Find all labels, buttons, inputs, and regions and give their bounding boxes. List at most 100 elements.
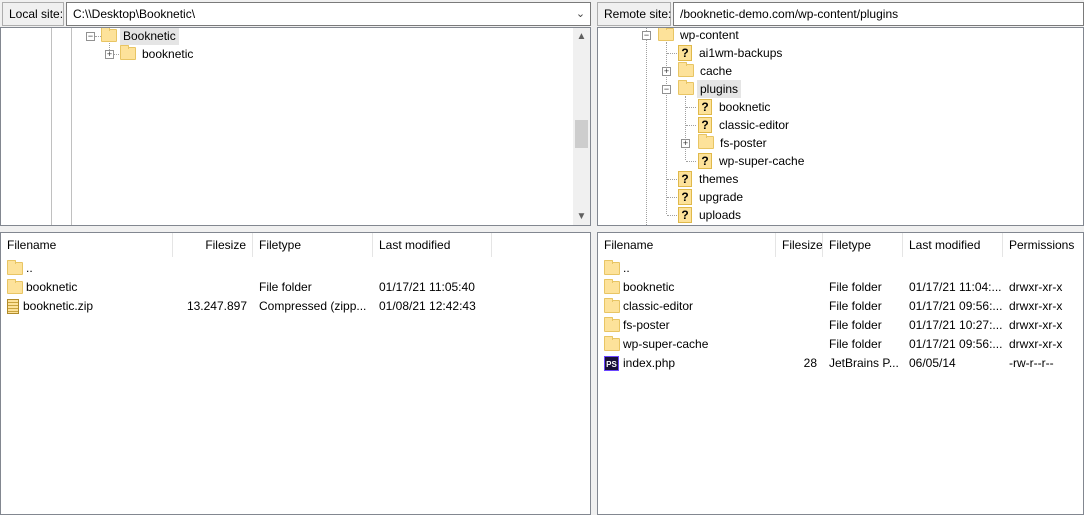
zip-file-icon — [7, 299, 19, 314]
file-type: File folder — [829, 280, 882, 294]
scrollbar-thumb[interactable] — [575, 120, 588, 148]
remote-directory-tree[interactable]: − wp-content ? ai1wm-backups + cache − pl… — [597, 27, 1084, 226]
folder-icon — [698, 134, 714, 149]
file-name: booknetic — [26, 280, 78, 294]
tree-item-booknetic-root[interactable]: Booknetic — [101, 28, 179, 45]
tree-item-ai1wm-backups[interactable]: ? ai1wm-backups — [678, 44, 785, 62]
file-type: File folder — [259, 280, 312, 294]
local-directory-tree[interactable]: − Booknetic + booknetic ▲ ▼ — [0, 27, 591, 226]
tree-item-uploads[interactable]: ? uploads — [678, 206, 744, 224]
tree-item-wp-content[interactable]: wp-content — [658, 28, 742, 44]
tree-connector — [667, 197, 677, 198]
file-name-cell: wp-super-cache — [598, 335, 776, 354]
column-filesize[interactable]: Filesize — [173, 233, 253, 257]
column-filetype[interactable]: Filetype — [253, 233, 373, 257]
tree-item-plugins[interactable]: plugins — [678, 80, 742, 98]
file-type: File folder — [829, 318, 882, 332]
scroll-up-icon[interactable]: ▲ — [573, 28, 590, 45]
file-permissions: drwxr-xr-x — [1009, 280, 1063, 294]
file-row-fs-poster[interactable]: fs-poster File folder 01/17/21 10:27:...… — [598, 316, 1083, 335]
collapse-toggle-icon[interactable]: − — [642, 31, 651, 40]
local-path-input[interactable]: C:\\Desktop\Booknetic\ ⌄ — [66, 2, 591, 26]
file-name-cell: booknetic — [1, 278, 173, 297]
tree-item-classic-editor[interactable]: ? classic-editor — [698, 116, 792, 134]
local-file-list[interactable]: ⌃ Filename Filesize Filetype Last modifi… — [0, 232, 591, 515]
chevron-down-icon[interactable]: ⌄ — [572, 4, 589, 24]
file-modified: 01/17/21 11:04:... — [909, 280, 1002, 294]
folder-icon — [604, 298, 620, 313]
file-row-classic-editor[interactable]: classic-editor File folder 01/17/21 09:5… — [598, 297, 1083, 316]
column-filename[interactable]: Filename — [598, 233, 776, 257]
file-type: JetBrains P... — [829, 356, 899, 370]
file-permissions: -rw-r--r-- — [1009, 356, 1054, 370]
column-last-modified[interactable]: Last modified — [373, 233, 492, 257]
file-size: 13.247.897 — [186, 299, 247, 313]
file-type: Compressed (zipp... — [259, 299, 367, 313]
local-path-text: C:\\Desktop\Booknetic\ — [73, 7, 196, 21]
folder-icon — [7, 260, 23, 275]
file-row-booknetic-zip[interactable]: booknetic.zip 13.247.897 Compressed (zip… — [1, 297, 590, 316]
unknown-folder-icon: ? — [698, 99, 712, 115]
file-row-booknetic[interactable]: booknetic File folder 01/17/21 11:05:40 — [1, 278, 590, 297]
file-name-cell: PS index.php — [598, 354, 776, 373]
remote-file-list[interactable]: ⌃ Filename Filesize Filetype Last modifi… — [597, 232, 1084, 515]
tree-item-fs-poster[interactable]: fs-poster — [698, 134, 770, 152]
file-name: fs-poster — [623, 318, 670, 332]
file-name: wp-super-cache — [623, 337, 709, 351]
file-modified: 01/08/21 12:42:43 — [379, 299, 476, 313]
file-modified: 06/05/14 — [909, 356, 956, 370]
tree-connector — [686, 107, 696, 108]
tree-connector — [667, 215, 677, 216]
tree-item-wp-super-cache[interactable]: ? wp-super-cache — [698, 152, 807, 170]
remote-site-bar: Remote site: /booknetic-demo.com/wp-cont… — [597, 2, 1084, 27]
tree-connector — [686, 125, 696, 126]
folder-icon — [7, 279, 23, 294]
file-size: 28 — [803, 356, 817, 370]
collapse-toggle-icon[interactable]: − — [662, 85, 671, 94]
column-last-modified[interactable]: Last modified — [903, 233, 1003, 257]
tree-item-cache[interactable]: cache — [678, 62, 735, 80]
file-permissions: drwxr-xr-x — [1009, 299, 1063, 313]
tree-item-label: upgrade — [699, 190, 744, 204]
tree-item-themes[interactable]: ? themes — [678, 170, 741, 188]
column-permissions[interactable]: Permissions — [1003, 233, 1083, 257]
expand-toggle-icon[interactable]: + — [105, 50, 114, 59]
column-filetype[interactable]: Filetype — [823, 233, 903, 257]
tree-connector — [646, 28, 647, 225]
tree-item-label: booknetic — [719, 100, 771, 114]
local-tree-scrollbar[interactable]: ▲ ▼ — [573, 28, 590, 225]
file-row-index-php[interactable]: PS index.php 28 JetBrains P... 06/05/14 -… — [598, 354, 1083, 373]
file-type: File folder — [829, 337, 882, 351]
file-row-parent[interactable]: .. — [598, 259, 1083, 278]
remote-site-label: Remote site: — [597, 2, 671, 26]
file-row-parent[interactable]: .. — [1, 259, 590, 278]
local-list-header: ⌃ Filename Filesize Filetype Last modifi… — [1, 233, 590, 258]
unknown-folder-icon: ? — [698, 117, 712, 133]
file-modified: 01/17/21 09:56:... — [909, 337, 1003, 351]
file-row-booknetic[interactable]: booknetic File folder 01/17/21 11:04:...… — [598, 278, 1083, 297]
file-name: .. — [623, 261, 630, 275]
file-name-cell: .. — [1, 259, 173, 278]
expand-toggle-icon[interactable]: + — [681, 139, 690, 148]
tree-item-label: Booknetic — [120, 28, 179, 45]
file-name: booknetic.zip — [23, 299, 94, 313]
remote-path-input[interactable]: /booknetic-demo.com/wp-content/plugins — [673, 2, 1084, 26]
file-modified: 01/17/21 09:56:... — [909, 299, 1003, 313]
column-filesize[interactable]: Filesize — [776, 233, 823, 257]
tree-connector — [685, 96, 686, 160]
expand-toggle-icon[interactable]: + — [662, 67, 671, 76]
file-row-wp-super-cache[interactable]: wp-super-cache File folder 01/17/21 09:5… — [598, 335, 1083, 354]
tree-item-booknetic[interactable]: ? booknetic — [698, 98, 773, 116]
collapse-toggle-icon[interactable]: − — [86, 32, 95, 41]
tree-item-label: uploads — [699, 208, 742, 222]
tree-connector — [667, 53, 677, 54]
unknown-folder-icon: ? — [698, 153, 712, 169]
tree-guide-line — [71, 28, 72, 225]
tree-item-booknetic[interactable]: booknetic — [120, 45, 196, 63]
tree-item-upgrade[interactable]: ? upgrade — [678, 188, 746, 206]
column-filename[interactable]: Filename — [1, 233, 173, 257]
file-permissions: drwxr-xr-x — [1009, 318, 1063, 332]
folder-open-icon — [658, 28, 674, 41]
scroll-down-icon[interactable]: ▼ — [573, 208, 590, 225]
unknown-folder-icon: ? — [678, 45, 692, 61]
